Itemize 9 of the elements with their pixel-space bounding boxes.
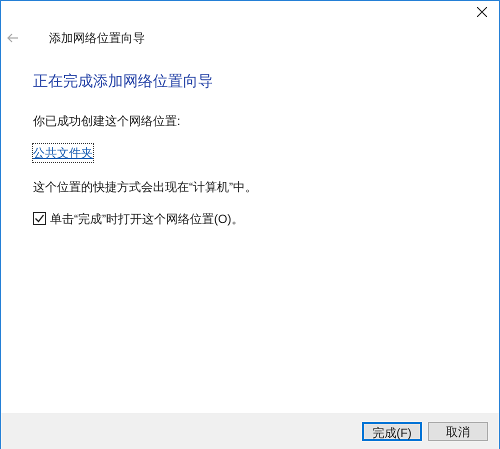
dialog-button[interactable]: 完成(F) <box>362 422 422 440</box>
note-text: 这个位置的快捷方式会出现在“计算机”中。 <box>33 178 257 196</box>
intro-text: 你已成功创建这个网络位置: <box>33 112 180 130</box>
location-link[interactable]: 公共文件夹 <box>33 144 93 162</box>
checkbox-label: 单击“完成”时打开这个网络位置(O)。 <box>50 210 244 228</box>
open-checkbox[interactable] <box>33 212 46 225</box>
window-title: 添加网络位置向导 <box>49 30 145 47</box>
dialog-button[interactable]: 取消 <box>428 422 488 440</box>
wizard-heading: 正在完成添加网络位置向导 <box>33 72 213 92</box>
